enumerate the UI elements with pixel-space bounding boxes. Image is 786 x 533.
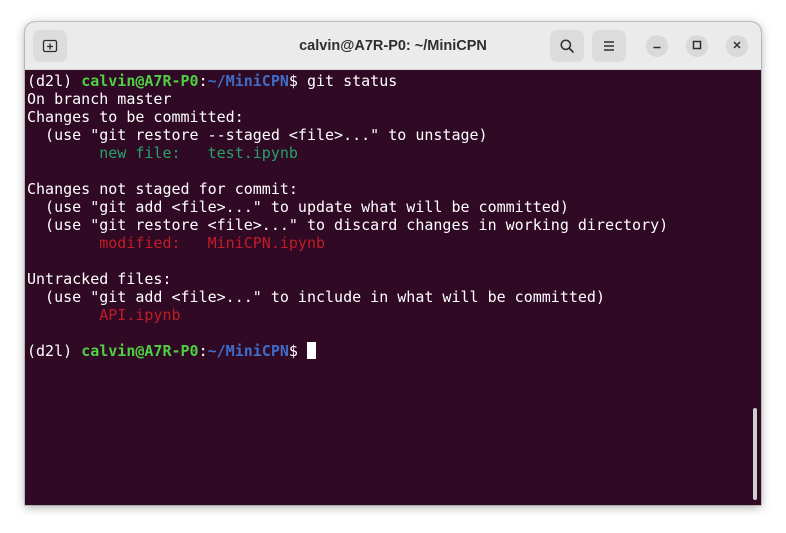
prompt-path: ~/MiniCPN [207,342,289,360]
unstaged-file-line: modified: MiniCPN.ipynb [27,234,325,252]
unstaged-label: modified: [27,234,208,252]
prompt-colon: : [198,342,208,360]
search-button[interactable] [550,30,584,62]
staged-header: Changes to be committed: [27,108,244,126]
prompt-env: (d2l) [27,72,82,90]
search-icon [559,38,575,54]
prompt-line-current: (d2l) calvin@A7R-P0:~/MiniCPN$ [27,342,316,360]
prompt-dollar: $ [288,342,307,360]
prompt-dollar: $ [288,72,307,90]
prompt-line: (d2l) calvin@A7R-P0:~/MiniCPN$ git statu… [27,72,397,90]
terminal-window: calvin@A7R-P0: ~/MiniCPN (d2l) calvin@A7… [25,22,761,505]
staged-hint: (use "git restore --staged <file>..." to… [27,126,488,144]
untracked-file-line: API.ipynb [27,306,181,324]
title-bar[interactable]: calvin@A7R-P0: ~/MiniCPN [25,22,761,70]
terminal-output[interactable]: (d2l) calvin@A7R-P0:~/MiniCPN$ git statu… [25,70,761,505]
prompt-colon: : [198,72,208,90]
unstaged-header: Changes not staged for commit: [27,180,298,198]
menu-button[interactable] [592,30,626,62]
unstaged-hint-1: (use "git add <file>..." to update what … [27,198,569,216]
hamburger-menu-icon [601,38,617,54]
scrollbar-thumb[interactable] [753,408,757,500]
staged-label: new file: [27,144,208,162]
close-icon [732,37,742,55]
staged-file: test.ipynb [207,144,298,162]
staged-file-line: new file: test.ipynb [27,144,298,162]
untracked-indent [27,306,99,324]
prompt-path: ~/MiniCPN [207,72,289,90]
text-cursor [306,342,316,359]
untracked-hint: (use "git add <file>..." to include in w… [27,288,605,306]
maximize-icon [692,37,702,55]
unstaged-file: MiniCPN.ipynb [207,234,326,252]
prompt-user-host: calvin@A7R-P0 [81,72,199,90]
close-button[interactable] [726,35,748,57]
minimize-icon [652,37,662,55]
branch-line: On branch master [27,90,172,108]
untracked-header: Untracked files: [27,270,172,288]
prompt-user-host: calvin@A7R-P0 [81,342,199,360]
unstaged-hint-2: (use "git restore <file>..." to discard … [27,216,669,234]
prompt-env: (d2l) [27,342,82,360]
minimize-button[interactable] [646,35,668,57]
command-text: git status [306,72,398,90]
maximize-button[interactable] [686,35,708,57]
untracked-file: API.ipynb [99,306,181,324]
